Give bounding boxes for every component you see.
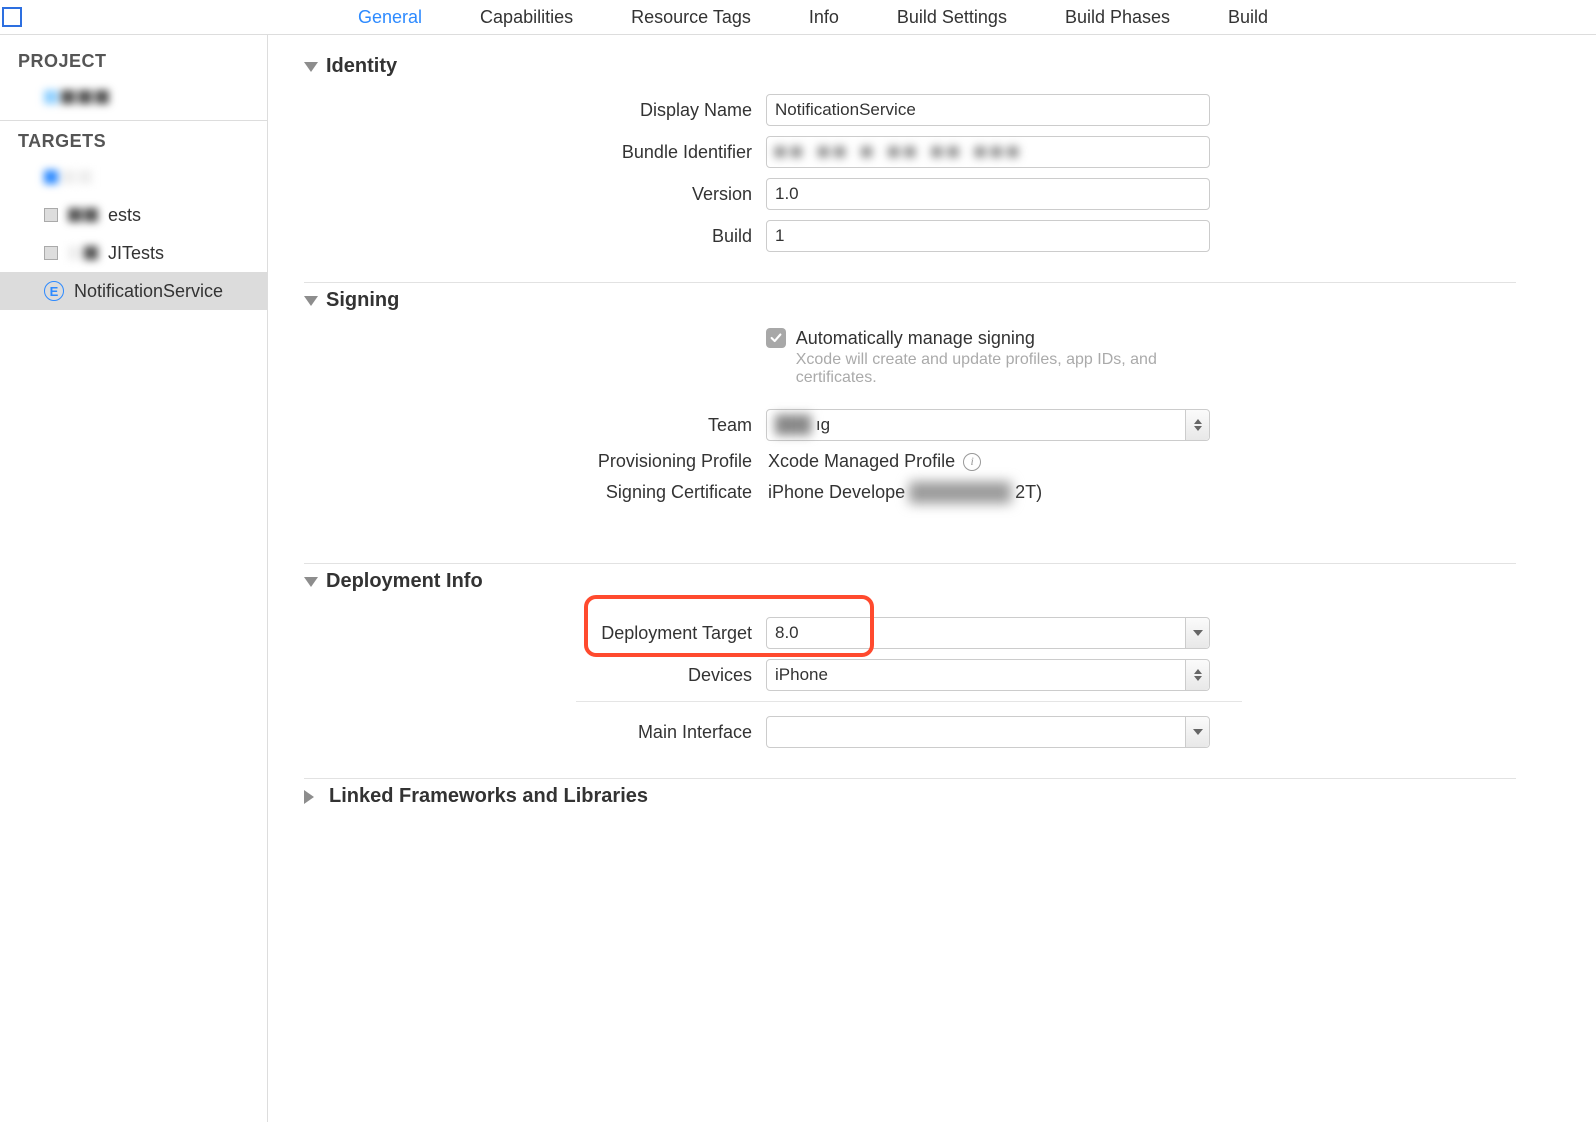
label-display-name: Display Name bbox=[304, 100, 766, 121]
label-signing-certificate: Signing Certificate bbox=[304, 482, 766, 503]
input-bundle-id[interactable]: ■■ ■■ ■ ■■ ■■ ■■■ bbox=[767, 142, 1209, 162]
sidebar-project-item[interactable] bbox=[0, 78, 267, 116]
target-icon bbox=[44, 208, 58, 222]
label-main-interface: Main Interface bbox=[304, 722, 766, 743]
input-build[interactable] bbox=[766, 220, 1210, 252]
tab-resource-tags[interactable]: Resource Tags bbox=[631, 7, 751, 28]
section-title: Signing bbox=[326, 289, 399, 312]
value-provisioning-profile: Xcode Managed Profile bbox=[766, 451, 955, 472]
chevron-down-icon bbox=[1185, 717, 1209, 747]
sidebar-item-label: ests bbox=[108, 205, 141, 226]
select-team[interactable]: ███ ıg bbox=[766, 409, 1210, 441]
project-square-icon[interactable] bbox=[2, 7, 22, 27]
label-build: Build bbox=[304, 226, 766, 247]
section-deployment-info: Deployment Info Deployment Target 8.0 De… bbox=[268, 564, 1516, 778]
extension-icon: E bbox=[44, 281, 64, 301]
sidebar-target-notification-service[interactable]: E NotificationService bbox=[0, 272, 267, 310]
section-identity: Identity Display Name Bundle Identifier … bbox=[268, 49, 1516, 282]
label-auto-signing-sub: Xcode will create and update profiles, a… bbox=[796, 351, 1210, 387]
tab-build-rules[interactable]: Build bbox=[1228, 7, 1268, 28]
sidebar-heading-project: PROJECT bbox=[0, 45, 267, 78]
checkbox-auto-signing[interactable] bbox=[766, 328, 786, 348]
sidebar-item-label: NotificationService bbox=[74, 281, 223, 302]
label-deployment-target: Deployment Target bbox=[304, 623, 766, 644]
sidebar-item-label: JITests bbox=[108, 243, 164, 264]
stepper-icon bbox=[1185, 660, 1209, 690]
select-devices[interactable]: iPhone bbox=[766, 659, 1210, 691]
disclosure-icon[interactable] bbox=[304, 790, 321, 804]
tab-capabilities[interactable]: Capabilities bbox=[480, 7, 573, 28]
section-title: Linked Frameworks and Libraries bbox=[329, 785, 648, 808]
editor-content: Identity Display Name Bundle Identifier … bbox=[268, 35, 1596, 1122]
disclosure-icon[interactable] bbox=[304, 62, 318, 72]
label-provisioning-profile: Provisioning Profile bbox=[304, 451, 766, 472]
project-sidebar: PROJECT TARGETS ests JITests E Notificat… bbox=[0, 35, 268, 1122]
chevron-down-icon bbox=[1185, 618, 1209, 648]
label-devices: Devices bbox=[304, 665, 766, 686]
tab-build-phases[interactable]: Build Phases bbox=[1065, 7, 1170, 28]
value-signing-certificate: iPhone Develope████████2T) bbox=[766, 482, 1042, 503]
tab-build-settings[interactable]: Build Settings bbox=[897, 7, 1007, 28]
target-icon bbox=[44, 246, 58, 260]
label-bundle-id: Bundle Identifier bbox=[304, 142, 766, 163]
sidebar-target-app[interactable] bbox=[0, 158, 267, 196]
disclosure-icon[interactable] bbox=[304, 296, 318, 306]
stepper-icon bbox=[1185, 410, 1209, 440]
section-title: Identity bbox=[326, 55, 397, 78]
section-signing: Signing Automatically manage signing Xco… bbox=[268, 283, 1516, 533]
input-version[interactable] bbox=[766, 178, 1210, 210]
select-main-interface[interactable] bbox=[766, 716, 1210, 748]
sidebar-target-uitests[interactable]: JITests bbox=[0, 234, 267, 272]
tab-info[interactable]: Info bbox=[809, 7, 839, 28]
label-version: Version bbox=[304, 184, 766, 205]
section-linked-frameworks: Linked Frameworks and Libraries bbox=[268, 779, 1516, 828]
sidebar-target-tests[interactable]: ests bbox=[0, 196, 267, 234]
input-display-name[interactable] bbox=[766, 94, 1210, 126]
info-icon[interactable]: i bbox=[963, 453, 981, 471]
section-title: Deployment Info bbox=[326, 570, 483, 593]
sidebar-heading-targets: TARGETS bbox=[0, 125, 267, 158]
label-team: Team bbox=[304, 415, 766, 436]
label-auto-signing: Automatically manage signing bbox=[796, 328, 1210, 349]
disclosure-icon[interactable] bbox=[304, 577, 318, 587]
editor-tabs: General Capabilities Resource Tags Info … bbox=[0, 0, 1596, 35]
select-deployment-target[interactable]: 8.0 bbox=[766, 617, 1210, 649]
tab-general[interactable]: General bbox=[358, 7, 422, 28]
